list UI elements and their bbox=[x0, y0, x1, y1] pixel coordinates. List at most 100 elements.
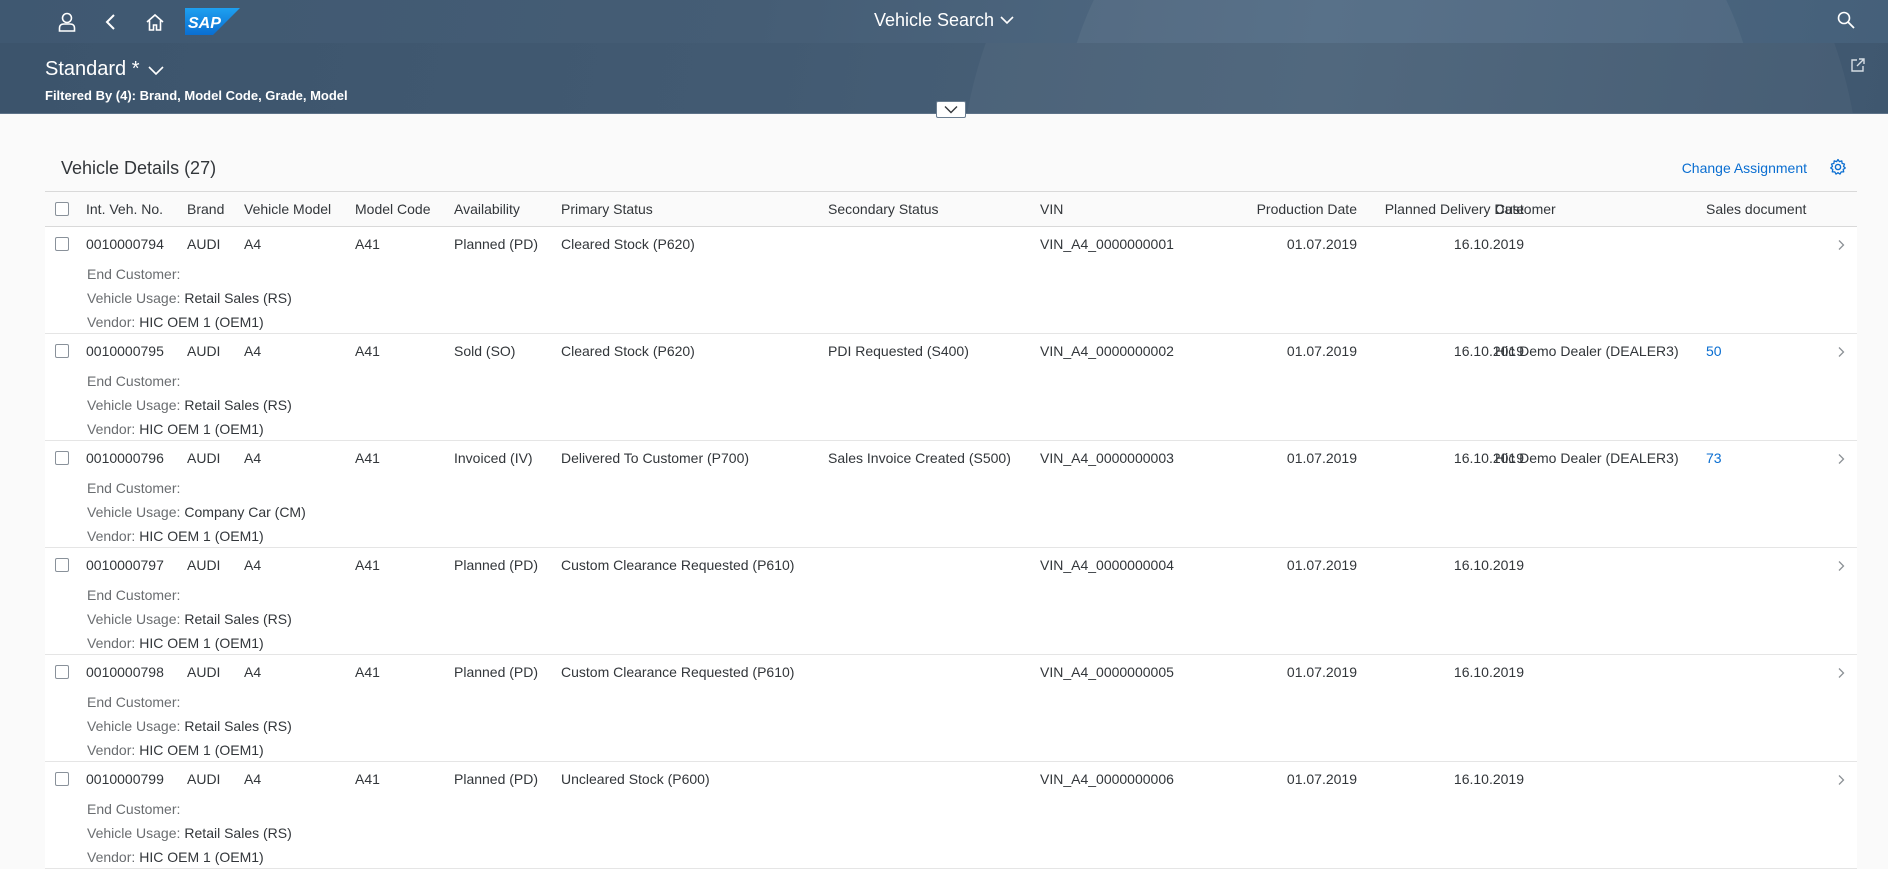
select-all-checkbox[interactable] bbox=[55, 202, 69, 216]
brand-cell: AUDI bbox=[187, 771, 221, 787]
row-checkbox[interactable] bbox=[55, 237, 69, 251]
vehicle-usage-label: Vehicle Usage: bbox=[87, 290, 181, 306]
table-toolbar: Vehicle Details (27) Change Assignment bbox=[45, 145, 1857, 190]
column-header-int-veh-no[interactable]: Int. Veh. No. bbox=[86, 201, 163, 217]
brand-cell: AUDI bbox=[187, 664, 221, 680]
availability-cell: Invoiced (IV) bbox=[454, 450, 533, 466]
vendor-label: Vendor: bbox=[87, 528, 136, 544]
vin-cell: VIN_A4_0000000004 bbox=[1040, 557, 1174, 573]
sap-logo[interactable]: SAP bbox=[185, 8, 240, 35]
planned-delivery-date-cell: 16.10.2019 bbox=[1453, 771, 1524, 787]
vehicle-model-cell: A4 bbox=[244, 664, 262, 680]
table-row[interactable]: 0010000794 AUDI A4 A41 Planned (PD) Clea… bbox=[45, 227, 1857, 334]
row-checkbox[interactable] bbox=[55, 451, 69, 465]
vendor-detail: Vendor: HIC OEM 1 (OEM1) bbox=[87, 421, 264, 437]
column-header-vehicle-model[interactable]: Vehicle Model bbox=[244, 201, 331, 217]
availability-cell: Planned (PD) bbox=[454, 236, 539, 252]
vehicle-usage-label: Vehicle Usage: bbox=[87, 825, 181, 841]
vehicle-usage-label: Vehicle Usage: bbox=[87, 611, 181, 627]
row-checkbox[interactable] bbox=[55, 665, 69, 679]
column-header-brand[interactable]: Brand bbox=[187, 201, 224, 217]
secondary-status-cell: Sales Invoice Created (S500) bbox=[828, 450, 1011, 466]
column-header-secondary-status[interactable]: Secondary Status bbox=[828, 201, 939, 217]
back-icon[interactable] bbox=[89, 0, 133, 43]
row-checkbox[interactable] bbox=[55, 772, 69, 786]
search-icon[interactable] bbox=[1826, 0, 1866, 40]
table-row[interactable]: 0010000798 AUDI A4 A41 Planned (PD) Cust… bbox=[45, 655, 1857, 762]
end-customer-detail: End Customer: bbox=[87, 694, 184, 710]
end-customer-detail: End Customer: bbox=[87, 587, 184, 603]
chevron-right-icon[interactable] bbox=[1837, 346, 1845, 358]
production-date-cell: 01.07.2019 bbox=[1286, 450, 1357, 466]
primary-status-cell: Delivered To Customer (P700) bbox=[561, 450, 750, 466]
column-header-customer[interactable]: Customer bbox=[1495, 201, 1556, 217]
primary-status-cell: Custom Clearance Requested (P610) bbox=[561, 664, 795, 680]
end-customer-label: End Customer: bbox=[87, 373, 181, 389]
vehicle-usage-value: Retail Sales (RS) bbox=[184, 290, 292, 306]
vehicle-usage-detail: Vehicle Usage: Retail Sales (RS) bbox=[87, 825, 292, 841]
chevron-right-icon[interactable] bbox=[1837, 239, 1845, 251]
chevron-right-icon[interactable] bbox=[1837, 774, 1845, 786]
chevron-right-icon[interactable] bbox=[1837, 667, 1845, 679]
table-title: Vehicle Details (27) bbox=[61, 158, 217, 178]
availability-cell: Planned (PD) bbox=[454, 557, 539, 573]
vehicle-table: Int. Veh. No. Brand Vehicle Model Model … bbox=[45, 191, 1857, 869]
vin-cell: VIN_A4_0000000002 bbox=[1040, 343, 1174, 359]
column-header-production-date[interactable]: Production Date bbox=[1257, 201, 1357, 217]
vehicle-usage-value: Company Car (CM) bbox=[184, 504, 306, 520]
vendor-label: Vendor: bbox=[87, 742, 136, 758]
model-code-cell: A41 bbox=[355, 343, 380, 359]
brand-cell: AUDI bbox=[187, 236, 221, 252]
home-icon[interactable] bbox=[133, 0, 177, 43]
collapse-header-button[interactable] bbox=[936, 101, 966, 118]
vendor-detail: Vendor: HIC OEM 1 (OEM1) bbox=[87, 528, 264, 544]
user-icon[interactable] bbox=[45, 0, 89, 43]
model-code-cell: A41 bbox=[355, 557, 380, 573]
column-header-sales-document[interactable]: Sales document bbox=[1706, 201, 1806, 217]
vendor-value: HIC OEM 1 (OEM1) bbox=[139, 421, 264, 437]
variant-selector[interactable]: Standard * bbox=[45, 58, 164, 81]
int-veh-no-cell: 0010000797 bbox=[86, 557, 164, 573]
table-row[interactable]: 0010000796 AUDI A4 A41 Invoiced (IV) Del… bbox=[45, 441, 1857, 548]
chevron-right-icon[interactable] bbox=[1837, 560, 1845, 572]
column-header-primary-status[interactable]: Primary Status bbox=[561, 201, 653, 217]
share-icon[interactable] bbox=[1850, 57, 1866, 73]
availability-cell: Sold (SO) bbox=[454, 343, 516, 359]
chevron-right-icon[interactable] bbox=[1837, 453, 1845, 465]
vin-cell: VIN_A4_0000000003 bbox=[1040, 450, 1174, 466]
gear-icon[interactable] bbox=[1829, 158, 1847, 176]
app-title-menu[interactable]: Vehicle Search bbox=[874, 10, 1014, 31]
vehicle-usage-label: Vehicle Usage: bbox=[87, 718, 181, 734]
change-assignment-button[interactable]: Change Assignment bbox=[1682, 160, 1807, 176]
vehicle-model-cell: A4 bbox=[244, 450, 262, 466]
end-customer-label: End Customer: bbox=[87, 694, 181, 710]
column-header-vin[interactable]: VIN bbox=[1040, 201, 1063, 217]
production-date-cell: 01.07.2019 bbox=[1286, 236, 1357, 252]
svg-text:SAP: SAP bbox=[188, 15, 221, 32]
vehicle-usage-detail: Vehicle Usage: Company Car (CM) bbox=[87, 504, 306, 520]
chevron-down-icon bbox=[944, 105, 958, 114]
end-customer-label: End Customer: bbox=[87, 480, 181, 496]
customer-cell: Hic Demo Dealer (DEALER3) bbox=[1495, 343, 1679, 359]
row-checkbox[interactable] bbox=[55, 558, 69, 572]
sales-document-link[interactable]: 50 bbox=[1706, 343, 1722, 359]
column-header-model-code[interactable]: Model Code bbox=[355, 201, 431, 217]
sales-document-link[interactable]: 73 bbox=[1706, 450, 1722, 466]
end-customer-detail: End Customer: bbox=[87, 266, 184, 282]
vehicle-usage-label: Vehicle Usage: bbox=[87, 397, 181, 413]
row-checkbox[interactable] bbox=[55, 344, 69, 358]
column-header-availability[interactable]: Availability bbox=[454, 201, 520, 217]
int-veh-no-cell: 0010000794 bbox=[86, 236, 164, 252]
secondary-status-cell: PDI Requested (S400) bbox=[828, 343, 969, 359]
availability-cell: Planned (PD) bbox=[454, 771, 539, 787]
table-header: Int. Veh. No. Brand Vehicle Model Model … bbox=[45, 192, 1857, 227]
availability-cell: Planned (PD) bbox=[454, 664, 539, 680]
table-row[interactable]: 0010000799 AUDI A4 A41 Planned (PD) Uncl… bbox=[45, 762, 1857, 869]
table-row[interactable]: 0010000797 AUDI A4 A41 Planned (PD) Cust… bbox=[45, 548, 1857, 655]
vehicle-usage-value: Retail Sales (RS) bbox=[184, 611, 292, 627]
vendor-label: Vendor: bbox=[87, 421, 136, 437]
table-row[interactable]: 0010000795 AUDI A4 A41 Sold (SO) Cleared… bbox=[45, 334, 1857, 441]
vendor-label: Vendor: bbox=[87, 635, 136, 651]
vehicle-usage-label: Vehicle Usage: bbox=[87, 504, 181, 520]
variant-label: Standard * bbox=[45, 58, 140, 80]
